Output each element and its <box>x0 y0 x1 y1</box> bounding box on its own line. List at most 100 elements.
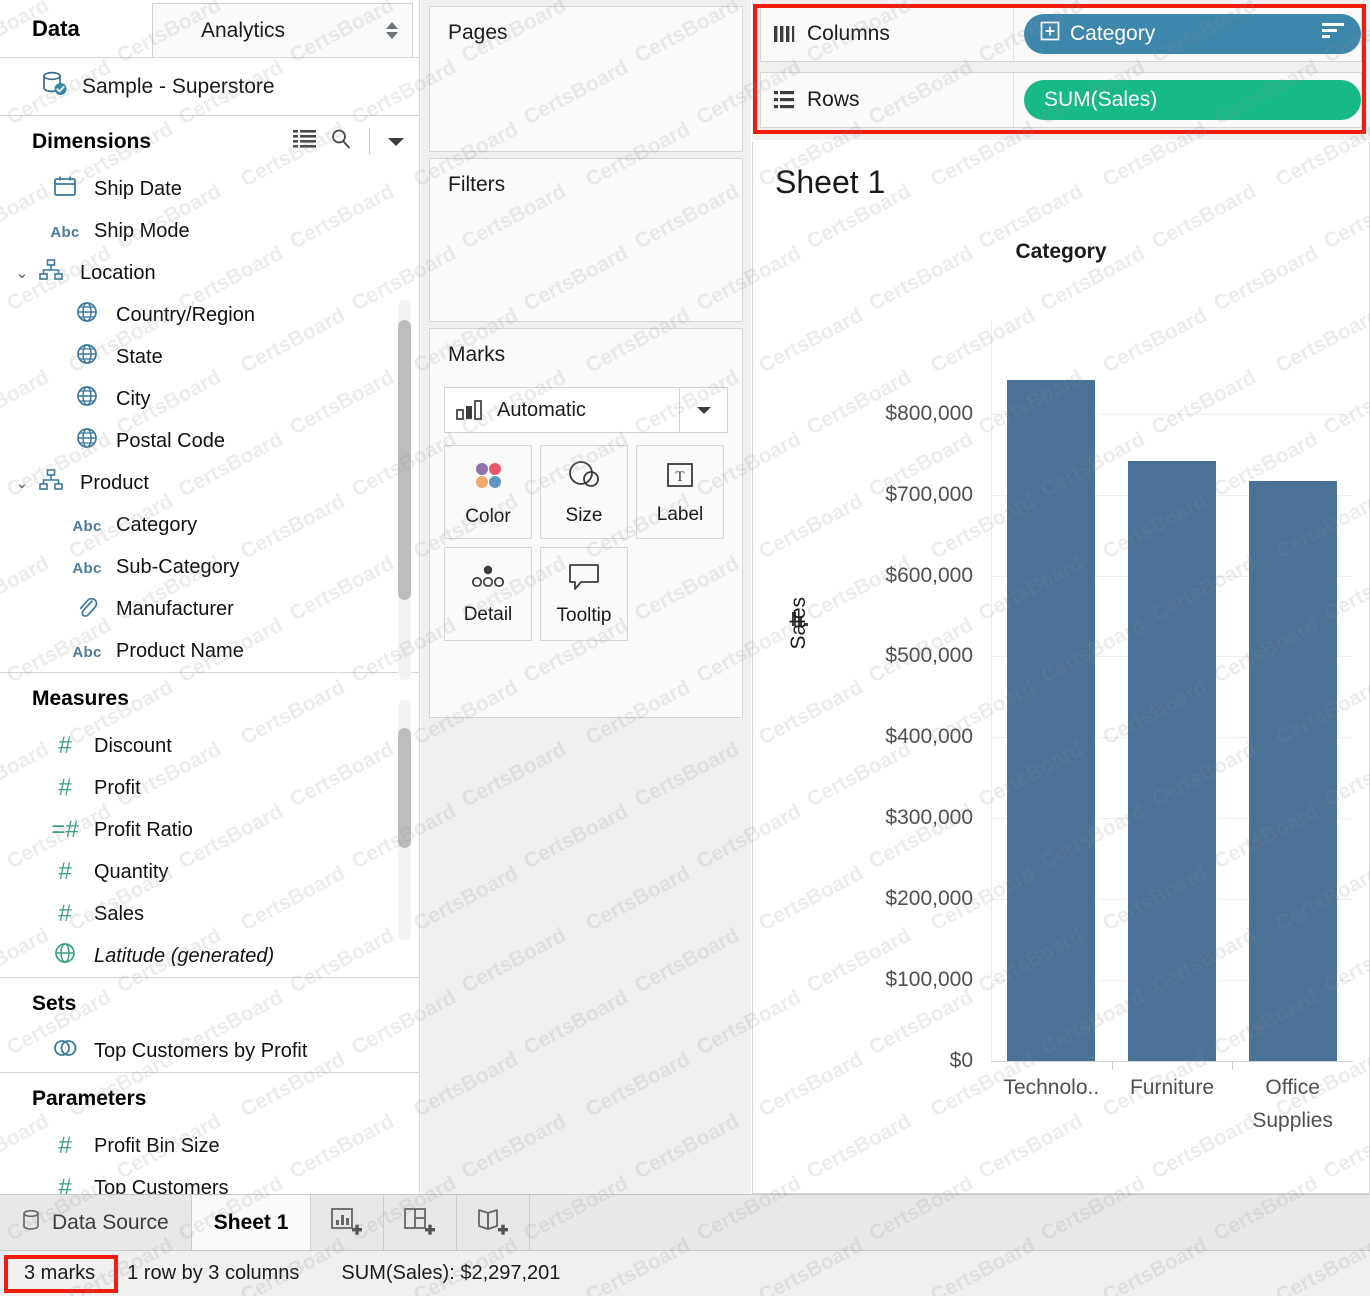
marks-label-label: Label <box>657 504 704 526</box>
chevron-expand-icon[interactable]: ⌄ <box>10 474 34 492</box>
dimension-label: Product Name <box>116 640 244 663</box>
measure-label: Profit <box>94 777 141 800</box>
measure-profit[interactable]: #Profit <box>0 767 419 809</box>
filters-card[interactable]: Filters <box>429 158 743 322</box>
x-axis-tick-label[interactable]: Furniture <box>1112 1071 1233 1104</box>
y-axis-tick-label: $200,000 <box>759 887 973 911</box>
sort-descending-icon[interactable] <box>1321 22 1345 46</box>
column-field-header[interactable]: Category <box>753 240 1369 264</box>
divider <box>369 129 370 155</box>
y-axis-title[interactable]: Sales <box>787 597 811 650</box>
bar-mark[interactable] <box>1249 481 1337 1061</box>
pages-card[interactable]: Pages <box>429 6 743 152</box>
measure-discount[interactable]: #Discount <box>0 725 419 767</box>
new-story-icon[interactable] <box>457 1195 530 1250</box>
marks-color-button[interactable]: Color <box>444 445 532 539</box>
sets-list[interactable]: Top Customers by Profit <box>0 1030 419 1072</box>
measures-list[interactable]: #Discount#Profit=#Profit Ratio#Quantity#… <box>0 725 419 977</box>
bar-mark[interactable] <box>1128 461 1216 1061</box>
marks-label-button[interactable]: T Label <box>636 445 724 539</box>
marks-size-button[interactable]: Size <box>540 445 628 539</box>
sheet-tab-label: Sheet 1 <box>214 1211 289 1235</box>
data-source-tab[interactable]: Data Source <box>0 1195 192 1250</box>
field-icon-wrap <box>70 343 104 371</box>
data-source-label: Data Source <box>52 1211 169 1235</box>
marks-tooltip-button[interactable]: Tooltip <box>540 547 628 641</box>
parameter-profit-bin-size[interactable]: #Profit Bin Size <box>0 1125 419 1167</box>
page-title: Sheet 1 <box>775 164 885 201</box>
x-axis-line <box>991 1061 1353 1062</box>
measures-header: Measures <box>0 673 419 725</box>
x-axis-tick-label[interactable]: Technolo.. <box>991 1071 1112 1104</box>
marks-color-label: Color <box>465 506 510 528</box>
tab-data-label: Data <box>32 16 80 42</box>
dimension-country-region[interactable]: Country/Region <box>0 294 419 336</box>
number-icon: # <box>58 858 71 886</box>
dimensions-list[interactable]: Ship Date AbcShip Mode⌄LocationCountry/Re… <box>0 168 419 672</box>
parameters-header: Parameters <box>0 1073 419 1125</box>
measure-latitude-generated[interactable]: Latitude (generated) <box>0 935 419 977</box>
dimensions-scrollbar-thumb[interactable] <box>398 320 411 600</box>
chevron-expand-icon[interactable]: ⌄ <box>10 264 34 282</box>
y-axis-tick-label: $100,000 <box>759 968 973 992</box>
dimension-product[interactable]: ⌄Product <box>0 462 419 504</box>
calculated-number-icon: =# <box>51 816 78 844</box>
chevron-down-icon[interactable] <box>387 130 405 154</box>
dimension-postal-code[interactable]: Postal Code <box>0 420 419 462</box>
measure-sales[interactable]: #Sales <box>0 893 419 935</box>
columns-pill[interactable]: Category <box>1024 14 1361 54</box>
mark-type-selector[interactable]: Automatic <box>444 387 728 433</box>
dimension-manufacturer[interactable]: Manufacturer <box>0 588 419 630</box>
dimension-ship-mode[interactable]: AbcShip Mode <box>0 210 419 252</box>
measure-quantity[interactable]: #Quantity <box>0 851 419 893</box>
dimensions-header: Dimensions <box>0 116 419 168</box>
list-view-icon[interactable] <box>293 129 317 155</box>
marks-detail-button[interactable]: Detail <box>444 547 532 641</box>
rows-columns-count: 1 row by 3 columns <box>127 1262 299 1285</box>
measures-title: Measures <box>32 687 129 711</box>
rows-label: Rows <box>807 88 1013 112</box>
expand-plus-icon[interactable] <box>1040 21 1060 47</box>
search-icon[interactable] <box>330 128 352 156</box>
tab-analytics[interactable]: Analytics <box>152 3 413 57</box>
measure-profit-ratio[interactable]: =#Profit Ratio <box>0 809 419 851</box>
dimension-product-name[interactable]: Abc Product Name <box>0 630 419 672</box>
x-axis-tick-label[interactable]: Office Supplies <box>1232 1071 1353 1137</box>
sheet-tab[interactable]: Sheet 1 <box>192 1195 312 1250</box>
mark-type-chevron-icon[interactable] <box>679 388 727 432</box>
set-top-customers-by-profit[interactable]: Top Customers by Profit <box>0 1030 419 1072</box>
new-worksheet-icon[interactable] <box>311 1195 384 1250</box>
marks-count: 3 marks <box>14 1258 105 1289</box>
columns-pill-label: Category <box>1070 22 1321 46</box>
sets-header: Sets <box>0 978 419 1030</box>
abc-icon: Abc <box>72 640 101 663</box>
measures-scrollbar-thumb[interactable] <box>398 728 411 848</box>
field-icon-wrap: # <box>48 900 82 928</box>
rows-pill-label: SUM(Sales) <box>1044 88 1345 112</box>
sort-spinner-icon[interactable] <box>386 22 398 39</box>
field-icon-wrap <box>34 469 68 497</box>
bar-mark[interactable] <box>1007 380 1095 1061</box>
rows-pill[interactable]: SUM(Sales) <box>1024 80 1361 120</box>
dimension-state[interactable]: State <box>0 336 419 378</box>
field-icon-wrap <box>70 427 104 455</box>
rows-shelf[interactable]: Rows SUM(Sales) <box>760 72 1362 128</box>
dimension-city[interactable]: City <box>0 378 419 420</box>
dimension-category[interactable]: AbcCategory <box>0 504 419 546</box>
dimension-label: Ship Date <box>94 178 182 201</box>
status-bar: 3 marks 1 row by 3 columns SUM(Sales): $… <box>0 1250 1370 1296</box>
y-axis-tick-label: $600,000 <box>759 564 973 588</box>
y-axis-tick-label: $400,000 <box>759 725 973 749</box>
dimension-ship-date[interactable]: Ship Date <box>0 168 419 210</box>
columns-shelf[interactable]: Columns Category <box>760 6 1362 62</box>
tab-data[interactable]: Data <box>0 0 152 57</box>
datasource-name: Sample - Superstore <box>82 75 275 99</box>
worksheet-view[interactable]: Sheet 1 Category Sales $800,000$700,000$… <box>752 142 1370 1194</box>
field-icon-wrap <box>70 301 104 329</box>
field-icon-wrap <box>34 259 68 287</box>
marks-card[interactable]: Marks Automatic <box>429 328 743 718</box>
datasource-row[interactable]: Sample - Superstore <box>0 58 419 116</box>
dimension-location[interactable]: ⌄Location <box>0 252 419 294</box>
new-dashboard-icon[interactable] <box>384 1195 457 1250</box>
dimension-sub-category[interactable]: AbcSub-Category <box>0 546 419 588</box>
